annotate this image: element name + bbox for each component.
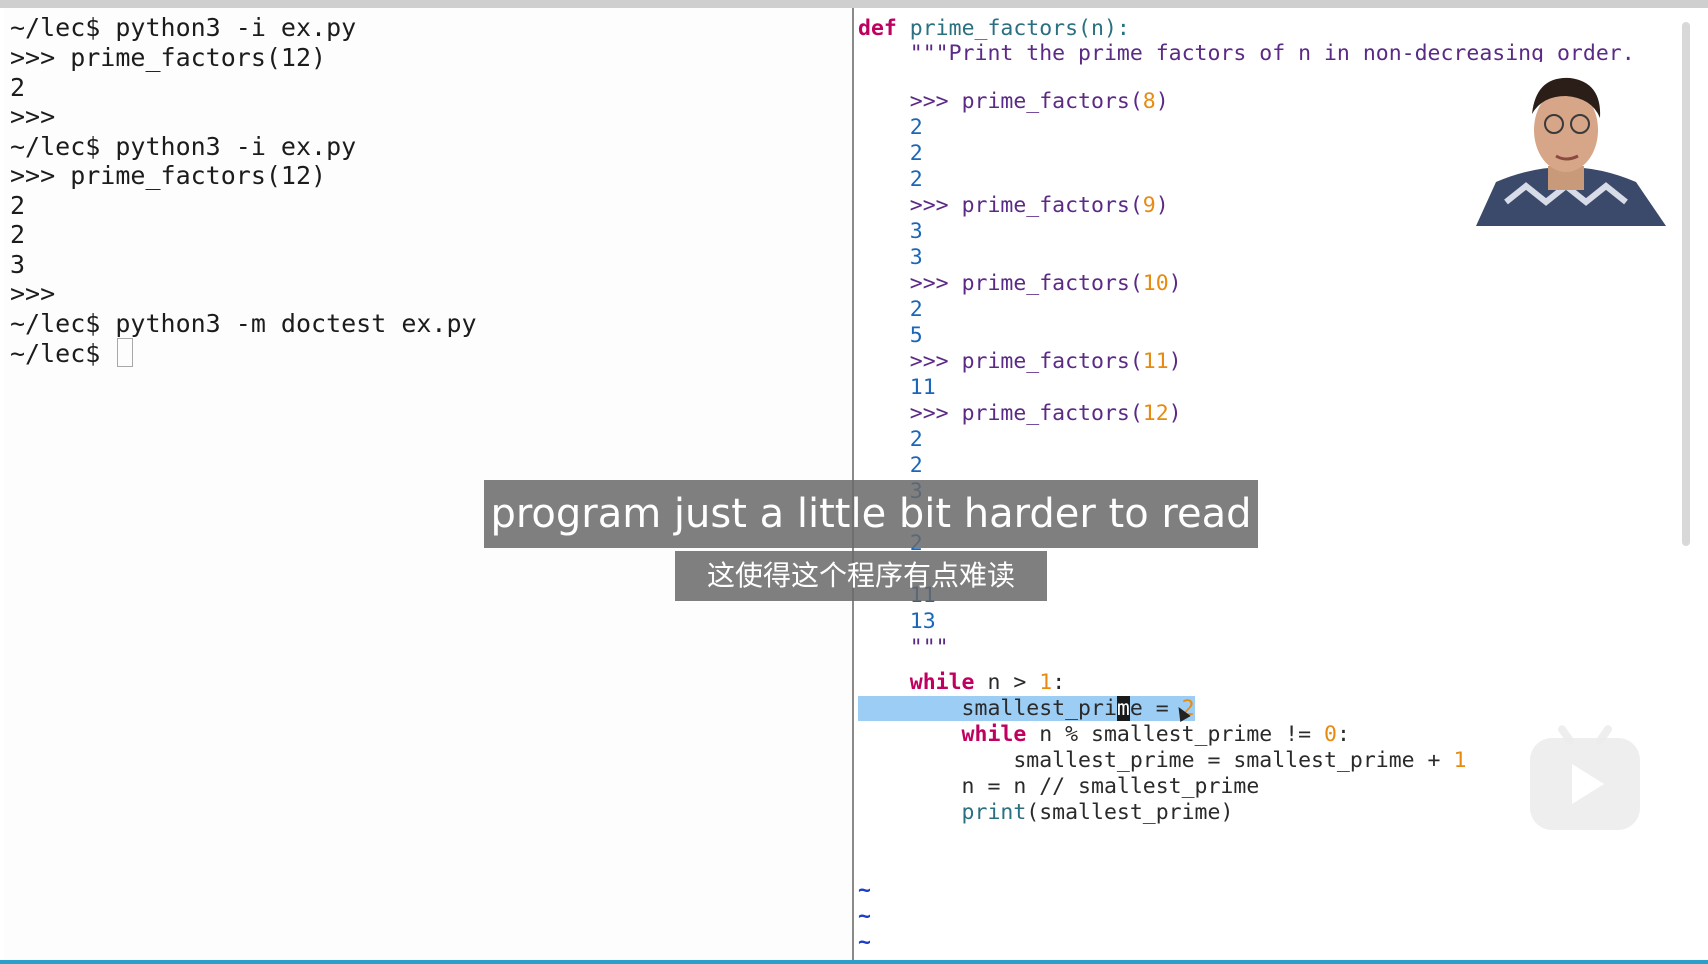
terminal-line: ~/lec$ python3 -i ex.py xyxy=(10,132,357,161)
doctest-output: 3 xyxy=(909,245,923,270)
terminal-cursor xyxy=(117,338,134,367)
doctest-example: >>> prime_factors(11) xyxy=(858,349,1182,374)
doctest-example: >>> prime_factors(9) xyxy=(858,193,1169,218)
terminal-line: ~/lec$ python3 -i ex.py xyxy=(10,13,357,42)
terminal-line: >>> xyxy=(10,279,56,308)
code-line-while-outer: while n > 1: xyxy=(858,670,1066,695)
terminal-line: 3 xyxy=(10,250,26,279)
terminal-line: 2 xyxy=(10,73,26,102)
empty-line-marker: ~ xyxy=(858,904,871,929)
doctest-output: 2 xyxy=(909,115,923,140)
doctest-example: >>> prime_factors(12) xyxy=(858,401,1182,426)
terminal-line: 2 xyxy=(10,191,26,220)
doctest-output: 5 xyxy=(909,323,923,348)
code-line-print: print(smallest_prime) xyxy=(858,800,1234,825)
play-icon xyxy=(1572,764,1604,804)
doctest-output: 2 xyxy=(909,297,923,322)
function-signature: prime_factors(n): xyxy=(896,16,1130,41)
terminal-prompt: ~/lec$ xyxy=(10,339,116,368)
doctest-output: 2 xyxy=(909,167,923,192)
presenter-webcam xyxy=(1466,62,1666,226)
docstring-close: """ xyxy=(858,635,949,660)
code-line-while-inner: while n % smallest_prime != 0: xyxy=(858,722,1350,747)
editor-scrollbar[interactable] xyxy=(1682,22,1690,546)
doctest-output: 2 xyxy=(909,427,923,452)
window-top-bar xyxy=(0,0,1708,8)
empty-line-marker: ~ xyxy=(858,878,871,903)
code-line-divide: n = n // smallest_prime xyxy=(858,774,1260,799)
text-cursor: m xyxy=(1116,696,1130,721)
terminal-line: 2 xyxy=(10,220,26,249)
doctest-output: 13 xyxy=(909,609,936,634)
play-button[interactable] xyxy=(1530,723,1640,830)
doctest-example: >>> prime_factors(8) xyxy=(858,89,1169,114)
terminal-line: ~/lec$ python3 -m doctest ex.py xyxy=(10,309,477,338)
terminal-prompt-line[interactable]: ~/lec$ xyxy=(10,338,134,370)
doctest-output: 2 xyxy=(909,453,923,478)
def-keyword: def xyxy=(858,16,897,41)
doctest-output: 2 xyxy=(909,141,923,166)
subtitle-english: program just a little bit harder to read xyxy=(484,480,1258,548)
terminal-line: >>> prime_factors(12) xyxy=(10,43,327,72)
terminal-line: >>> prime_factors(12) xyxy=(10,161,327,190)
code-line-def: def prime_factors(n): xyxy=(858,16,1130,42)
code-line-assign-selected: smallest_prime = 2 xyxy=(858,696,1195,722)
doctest-output: 11 xyxy=(909,375,936,400)
doctest-example: >>> prime_factors(10) xyxy=(858,271,1182,296)
subtitle-chinese: 这使得这个程序有点难读 xyxy=(675,551,1047,601)
code-line-increment: smallest_prime = smallest_prime + 1 xyxy=(858,748,1467,773)
selection-highlight: smallest_prime = 2 xyxy=(858,696,1195,721)
bottom-border xyxy=(0,960,1708,964)
empty-line-marker: ~ xyxy=(858,930,871,955)
doctest-output: 3 xyxy=(909,219,923,244)
terminal-line: >>> xyxy=(10,102,56,131)
